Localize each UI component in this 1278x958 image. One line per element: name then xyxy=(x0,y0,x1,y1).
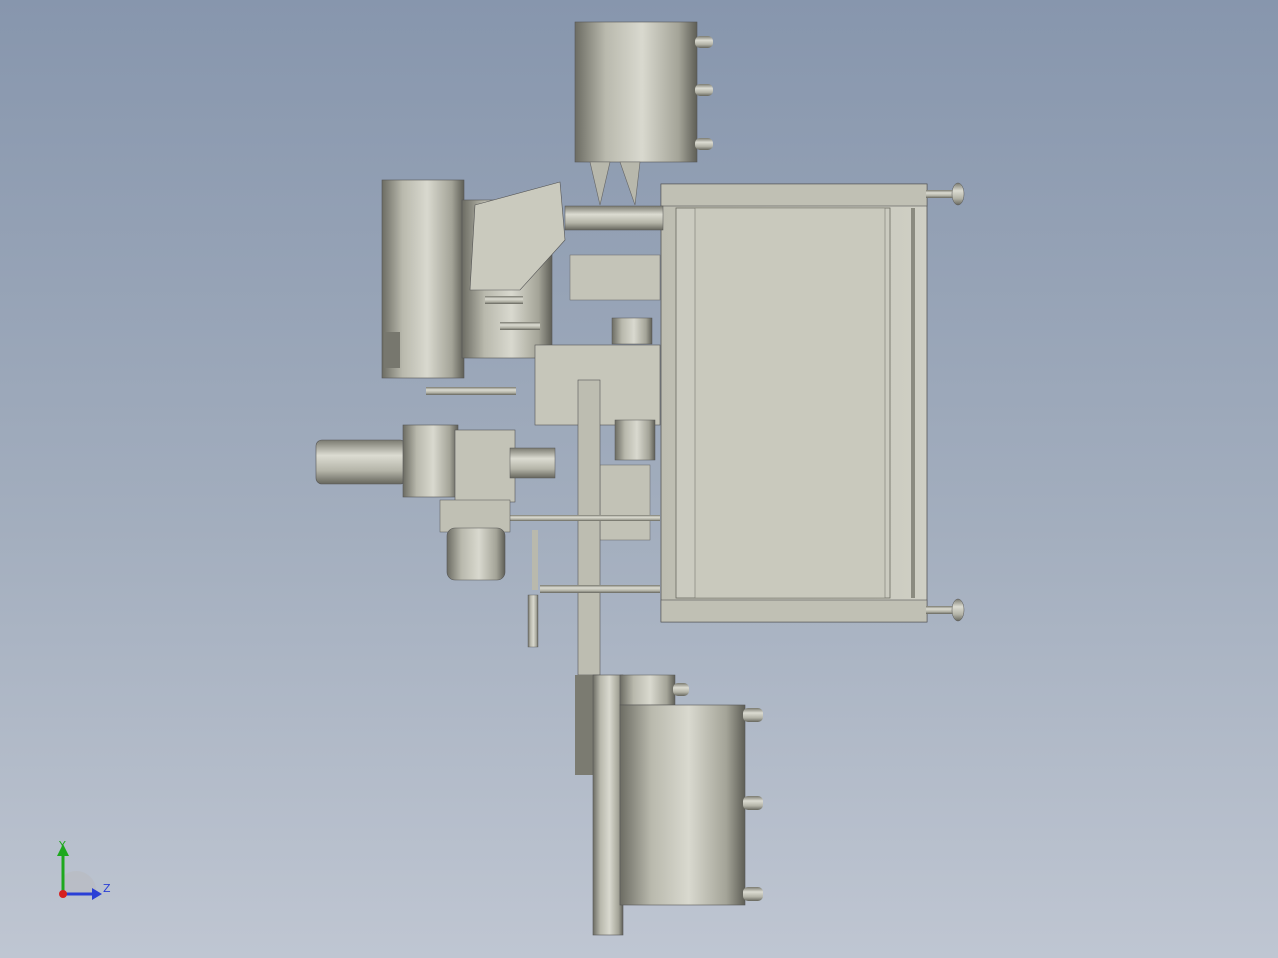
axis-triad: Y Z xyxy=(48,836,128,906)
cad-viewport[interactable]: Y Z xyxy=(0,0,1278,958)
assembly-model[interactable] xyxy=(0,0,1278,958)
left-spindle[interactable] xyxy=(315,424,556,581)
y-axis-label: Y xyxy=(59,839,66,852)
x-axis-dot xyxy=(59,890,67,898)
z-axis-label: Z xyxy=(103,882,111,895)
bottom-motor[interactable] xyxy=(575,674,763,936)
main-frame[interactable] xyxy=(660,182,965,623)
top-motor[interactable] xyxy=(574,21,713,206)
